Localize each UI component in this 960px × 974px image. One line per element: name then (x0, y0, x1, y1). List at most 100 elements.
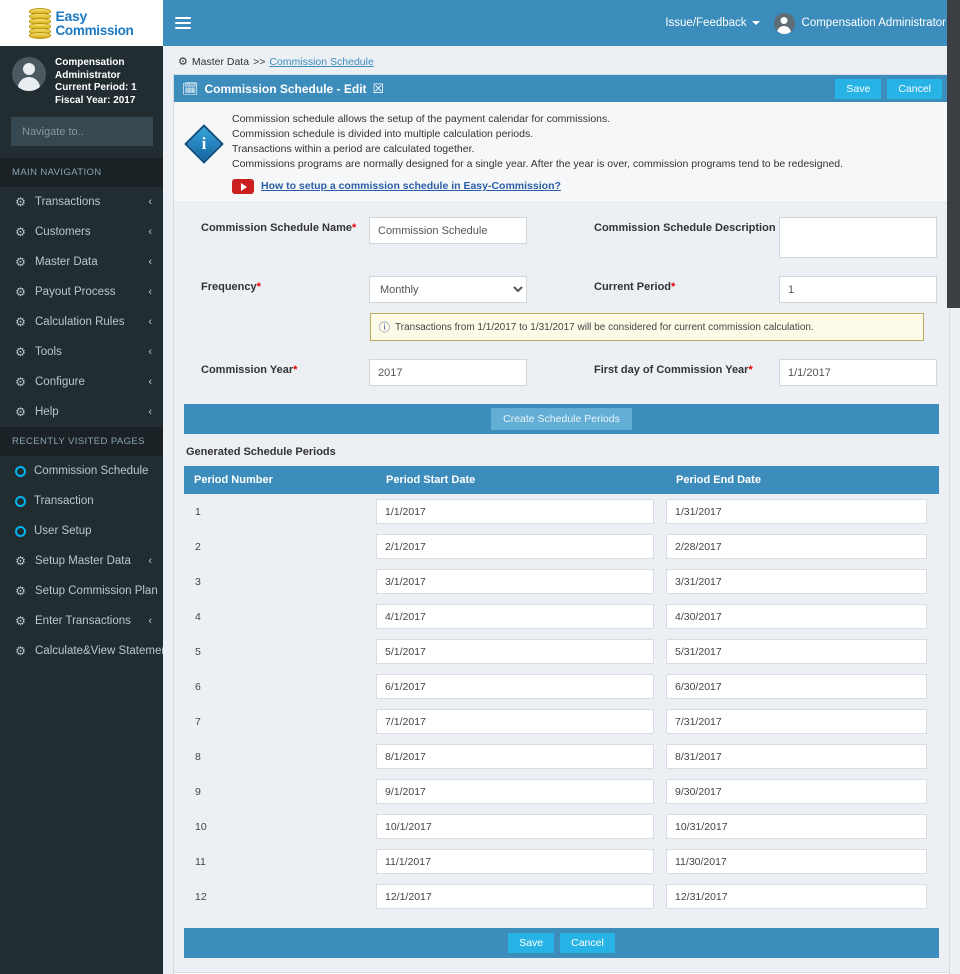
period-end-input[interactable] (666, 569, 927, 594)
sidebar-item-configure[interactable]: ⚙ Configure ‹ (0, 367, 163, 397)
youtube-play-icon[interactable] (232, 179, 254, 194)
main-navigation-header: MAIN NAVIGATION (0, 158, 163, 187)
sidebar-item-user-setup[interactable]: User Setup (0, 516, 163, 546)
form-area: Commission Schedule Name* Commission Sch… (174, 203, 949, 974)
issue-feedback-menu[interactable]: Issue/Feedback (665, 17, 760, 29)
sidebar-item-setup-commission-plan[interactable]: ⚙ Setup Commission Plan ‹ (0, 576, 169, 606)
commission-schedule-panel: 🗓 Commission Schedule - Edit ☒ Save Canc… (173, 74, 950, 974)
sidebar-item-help[interactable]: ⚙ Help ‹ (0, 397, 163, 427)
table-row: 3 (184, 564, 939, 599)
period-start-cell (376, 774, 666, 809)
table-row: 5 (184, 634, 939, 669)
page-title: Commission Schedule - Edit (204, 81, 367, 96)
sidebar-item-tools[interactable]: ⚙ Tools ‹ (0, 337, 163, 367)
period-start-input[interactable] (376, 639, 654, 664)
sidebar-item-commission-schedule[interactable]: Commission Schedule (0, 456, 163, 486)
period-end-input[interactable] (666, 534, 927, 559)
sidebar-item-label: Tools (35, 346, 62, 358)
commission-year-input[interactable] (369, 359, 527, 386)
sidebar-item-setup-master-data[interactable]: ⚙ Setup Master Data ‹ (0, 546, 163, 576)
save-button-bottom[interactable]: Save (508, 933, 555, 953)
gear-icon: ⚙ (15, 374, 26, 389)
period-start-input[interactable] (376, 814, 654, 839)
gear-icon: ⚙ (15, 583, 26, 598)
breadcrumb: ⚙ Master Data >> Commission Schedule (173, 54, 950, 74)
period-start-input[interactable] (376, 569, 654, 594)
period-start-input[interactable] (376, 499, 654, 524)
period-start-input[interactable] (376, 779, 654, 804)
required-marker: * (671, 281, 676, 293)
period-end-cell (666, 739, 939, 774)
chevron-left-icon: ‹ (148, 375, 152, 388)
sidebar-item-payout-process[interactable]: ⚙ Payout Process ‹ (0, 277, 163, 307)
sidebar-item-transaction[interactable]: Transaction (0, 486, 163, 516)
description-label: Commission Schedule Description (594, 222, 776, 234)
period-end-input[interactable] (666, 709, 927, 734)
sidebar-item-customers[interactable]: ⚙ Customers ‹ (0, 217, 163, 247)
logo[interactable]: Easy Commission (0, 0, 163, 46)
period-end-input[interactable] (666, 639, 927, 664)
first-day-label: First day of Commission Year* (589, 359, 779, 376)
period-start-cell (376, 494, 666, 529)
video-tutorial-link[interactable]: How to setup a commission schedule in Ea… (261, 179, 561, 194)
period-start-input[interactable] (376, 674, 654, 699)
coin-stack-icon (29, 8, 52, 39)
period-start-input[interactable] (376, 744, 654, 769)
info-line: Commission schedule allows the setup of … (232, 113, 611, 125)
vertical-scrollbar[interactable] (947, 0, 960, 308)
info-line: Commissions programs are normally design… (232, 158, 844, 170)
sidebar-item-transactions[interactable]: ⚙ Transactions ‹ (0, 187, 163, 217)
breadcrumb-current[interactable]: Commission Schedule (269, 56, 373, 68)
form-row-year-firstday: Commission Year* First day of Commission… (174, 359, 949, 386)
top-header-bar: Issue/Feedback Compensation Administrato… (163, 0, 960, 46)
table-row: 12 (184, 879, 939, 914)
save-button[interactable]: Save (835, 78, 882, 99)
period-start-input[interactable] (376, 884, 654, 909)
period-end-input[interactable] (666, 814, 927, 839)
sidebar-item-master-data[interactable]: ⚙ Master Data ‹ (0, 247, 163, 277)
period-end-cell (666, 634, 939, 669)
hamburger-menu-icon[interactable] (175, 14, 191, 32)
period-start-input[interactable] (376, 604, 654, 629)
first-day-input[interactable] (779, 359, 937, 386)
period-start-input[interactable] (376, 534, 654, 559)
period-end-input[interactable] (666, 744, 927, 769)
period-end-input[interactable] (666, 674, 927, 699)
period-end-cell (666, 564, 939, 599)
current-period-label: Current Period* (589, 276, 779, 293)
period-number: 5 (195, 645, 201, 658)
cancel-button[interactable]: Cancel (887, 78, 942, 99)
period-end-input[interactable] (666, 779, 927, 804)
generated-schedule-periods-title: Generated Schedule Periods (186, 446, 336, 458)
panel-header: 🗓 Commission Schedule - Edit ☒ Save Canc… (174, 75, 949, 102)
current-period-input[interactable] (779, 276, 937, 303)
gear-icon: ⚙ (178, 56, 188, 68)
schedule-name-input[interactable] (369, 217, 527, 244)
table-header-row: Period Number Period Start Date Period E… (184, 466, 939, 494)
sidebar-item-label: Commission Schedule (34, 465, 149, 477)
period-end-input[interactable] (666, 604, 927, 629)
sidebar-item-calculation-rules[interactable]: ⚙ Calculation Rules ‹ (0, 307, 163, 337)
period-end-input[interactable] (666, 849, 927, 874)
expand-icon[interactable]: ☒ (373, 82, 385, 95)
info-icon: ⓘ (379, 322, 390, 334)
period-number: 10 (184, 809, 376, 844)
label-text: Frequency (201, 281, 257, 293)
circle-icon (15, 525, 26, 537)
user-menu[interactable]: Compensation Administrator (773, 12, 946, 34)
create-schedule-periods-button[interactable]: Create Schedule Periods (491, 408, 632, 430)
user-name-line-2: Administrator (55, 69, 121, 81)
frequency-select[interactable]: Monthly (369, 276, 527, 303)
sidebar-item-calculate-view-statements[interactable]: ⚙ Calculate&View Statements ‹ (0, 636, 188, 666)
cancel-button-bottom[interactable]: Cancel (560, 933, 615, 953)
gear-icon: ⚙ (15, 254, 26, 269)
period-start-input[interactable] (376, 849, 654, 874)
description-textarea[interactable] (779, 217, 937, 258)
period-start-input[interactable] (376, 709, 654, 734)
content-area: ⚙ Master Data >> Commission Schedule 🗓 C… (163, 46, 960, 974)
table-row: 10 (184, 809, 939, 844)
period-end-input[interactable] (666, 884, 927, 909)
search-input[interactable] (20, 124, 166, 139)
sidebar-item-enter-transactions[interactable]: ⚙ Enter Transactions ‹ (0, 606, 163, 636)
period-end-input[interactable] (666, 499, 927, 524)
